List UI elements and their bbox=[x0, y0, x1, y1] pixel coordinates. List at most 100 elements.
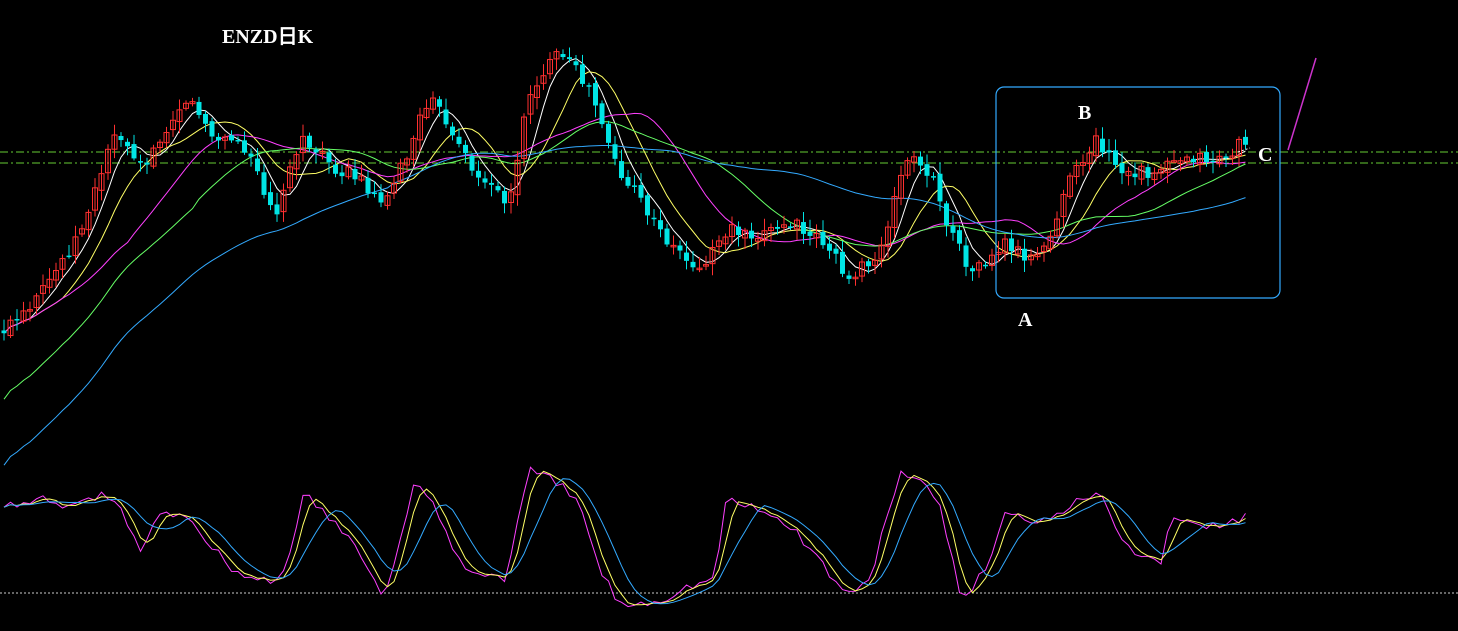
candle bbox=[1022, 238, 1027, 273]
candle-body bbox=[216, 136, 221, 141]
candle bbox=[891, 187, 898, 239]
candle bbox=[423, 99, 430, 120]
candle-body bbox=[333, 164, 338, 174]
candle-body bbox=[684, 252, 689, 261]
candle-body bbox=[619, 161, 624, 179]
candle bbox=[625, 169, 631, 189]
candle-body bbox=[606, 123, 611, 143]
candle bbox=[612, 136, 618, 166]
candle-body bbox=[593, 83, 598, 106]
candle-body bbox=[144, 162, 150, 165]
ma-longest-line bbox=[3, 145, 1246, 466]
candle bbox=[931, 172, 936, 181]
candle-body bbox=[326, 152, 332, 163]
candle-body bbox=[1, 330, 7, 334]
candle-body bbox=[242, 140, 247, 153]
candle bbox=[736, 221, 741, 247]
candle-body bbox=[749, 230, 754, 239]
moving-average-lines bbox=[3, 57, 1246, 466]
candle-body bbox=[1132, 173, 1138, 178]
oscillator-slow-line bbox=[3, 478, 1246, 605]
candle-body bbox=[66, 255, 72, 258]
candle-body bbox=[268, 192, 273, 206]
candle bbox=[92, 178, 98, 217]
candle-body bbox=[658, 220, 663, 230]
candle-body bbox=[924, 164, 930, 176]
candle bbox=[456, 128, 462, 148]
candle bbox=[1041, 241, 1047, 262]
candle bbox=[437, 96, 442, 117]
candle bbox=[950, 215, 956, 241]
candle-body bbox=[203, 113, 208, 124]
candle-body bbox=[378, 192, 384, 203]
candle-body bbox=[1191, 158, 1196, 163]
candle bbox=[963, 237, 969, 277]
candle-body bbox=[599, 103, 605, 125]
candle-body bbox=[560, 54, 566, 58]
candle-body bbox=[255, 158, 260, 172]
candle-body bbox=[450, 126, 455, 136]
candle bbox=[293, 151, 300, 180]
candle bbox=[450, 122, 455, 141]
candle bbox=[1145, 163, 1151, 187]
candle-body bbox=[1113, 150, 1118, 165]
candle bbox=[885, 220, 891, 258]
candle-body bbox=[580, 64, 585, 84]
annotation-b: B bbox=[1078, 102, 1091, 124]
candle-body bbox=[944, 203, 949, 226]
candle-body bbox=[1223, 156, 1229, 158]
candle bbox=[209, 117, 215, 143]
candle-body bbox=[983, 264, 988, 267]
candle-body bbox=[1210, 160, 1216, 163]
candle bbox=[138, 154, 143, 172]
candle bbox=[242, 131, 247, 155]
candle bbox=[599, 100, 605, 129]
candle bbox=[1100, 127, 1105, 158]
candle-body bbox=[235, 140, 241, 142]
candle bbox=[476, 160, 481, 187]
candle-body bbox=[690, 261, 696, 268]
candle bbox=[1132, 162, 1138, 186]
highlight-box bbox=[995, 86, 1281, 299]
candle-body bbox=[586, 85, 592, 87]
candle bbox=[1034, 247, 1041, 261]
candle-body bbox=[463, 144, 468, 154]
candle bbox=[1093, 127, 1099, 162]
annotation-c: C bbox=[1258, 144, 1272, 166]
candle-body bbox=[489, 182, 494, 185]
candle bbox=[788, 223, 793, 231]
candle-body bbox=[196, 101, 202, 115]
candle-body bbox=[456, 136, 462, 144]
candle bbox=[46, 268, 53, 294]
candle-body bbox=[437, 99, 442, 107]
candle bbox=[1106, 138, 1112, 162]
oscillator-fast-line bbox=[3, 466, 1246, 608]
candle bbox=[489, 174, 494, 197]
candle bbox=[7, 315, 14, 339]
candle bbox=[150, 144, 157, 169]
candle bbox=[40, 274, 46, 305]
candle-body bbox=[970, 268, 975, 272]
candle bbox=[553, 48, 560, 70]
candle bbox=[79, 224, 85, 237]
candle bbox=[417, 107, 423, 152]
candle bbox=[365, 170, 371, 199]
candle bbox=[105, 144, 111, 180]
candle bbox=[469, 153, 475, 176]
candle-body bbox=[482, 178, 488, 183]
candle-body bbox=[14, 319, 20, 321]
candle bbox=[761, 218, 768, 247]
candle bbox=[827, 236, 832, 259]
candle bbox=[918, 151, 923, 175]
candle-body bbox=[632, 185, 637, 187]
candle bbox=[846, 270, 852, 284]
candle-body bbox=[957, 230, 962, 244]
candle bbox=[970, 265, 975, 281]
candle bbox=[14, 309, 20, 331]
candle-body bbox=[664, 228, 670, 245]
candle bbox=[1080, 154, 1086, 176]
candle-body bbox=[918, 156, 923, 166]
candle bbox=[852, 271, 859, 286]
candle bbox=[1125, 166, 1132, 186]
candle bbox=[521, 113, 527, 167]
